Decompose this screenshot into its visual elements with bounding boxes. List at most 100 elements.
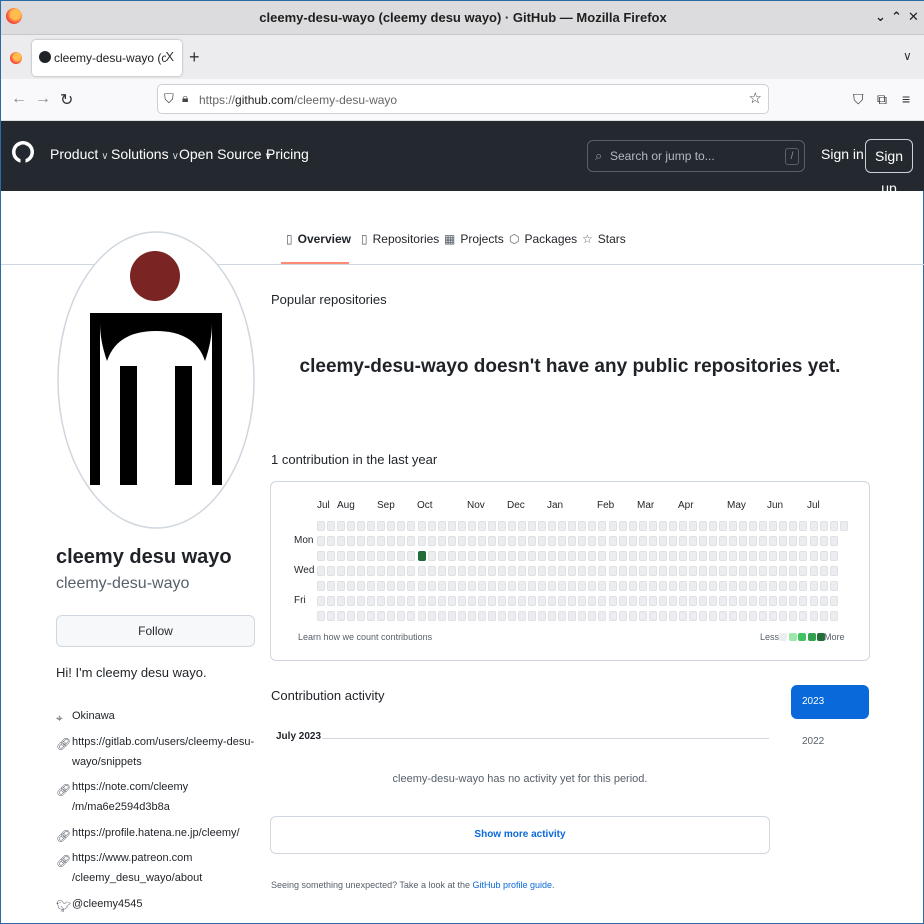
tab-close-icon[interactable]: X: [165, 49, 174, 64]
contribution-cell[interactable]: [729, 611, 737, 621]
contribution-cell[interactable]: [719, 536, 727, 546]
profile-guide-link[interactable]: GitHub profile guide: [472, 880, 552, 890]
url-bar[interactable]: ⛉ 🔒︎ https://github.com/cleemy-desu-wayo…: [157, 84, 769, 114]
contribution-cell[interactable]: [347, 581, 356, 591]
contribution-cell[interactable]: [729, 566, 737, 576]
contribution-cell[interactable]: [668, 566, 677, 576]
contribution-cell[interactable]: [558, 611, 567, 621]
contribution-cell[interactable]: [829, 581, 838, 591]
contribution-cell[interactable]: [477, 551, 486, 561]
contribution-cell[interactable]: [719, 581, 727, 591]
contribution-cell[interactable]: [618, 611, 627, 621]
contribution-cell[interactable]: [508, 551, 516, 561]
contribution-cell[interactable]: [457, 521, 466, 531]
contribution-cell[interactable]: [387, 596, 396, 606]
contribution-cell[interactable]: [809, 581, 818, 591]
contribution-cell[interactable]: [749, 596, 758, 606]
contribution-cell[interactable]: [558, 566, 567, 576]
contribution-cell[interactable]: [367, 596, 376, 606]
year-button-2023[interactable]: 2023: [791, 685, 869, 719]
contribution-cell[interactable]: [457, 566, 466, 576]
contribution-cell[interactable]: [357, 611, 366, 621]
contribution-cell[interactable]: [628, 551, 637, 561]
contribution-cell[interactable]: [578, 611, 587, 621]
contribution-cell[interactable]: [337, 581, 346, 591]
contribution-cell[interactable]: [608, 581, 617, 591]
contribution-cell[interactable]: [548, 611, 557, 621]
close-window-button[interactable]: ✕: [908, 9, 919, 25]
contribution-cell[interactable]: [387, 521, 396, 531]
contribution-cell[interactable]: [618, 596, 627, 606]
contribution-cell[interactable]: [417, 581, 426, 591]
nav-open-source[interactable]: Open Source ∨: [179, 146, 272, 162]
contribution-cell[interactable]: [658, 536, 667, 546]
contribution-cell[interactable]: [387, 551, 396, 561]
contribution-cell[interactable]: [618, 566, 627, 576]
contribution-cell[interactable]: [628, 566, 637, 576]
contribution-cell[interactable]: [327, 566, 336, 576]
contribution-cell[interactable]: [487, 536, 496, 546]
contribution-cell[interactable]: [337, 521, 346, 531]
profile-link-note[interactable]: https://note.com/cleemy/m/ma6e2594d3b8a: [72, 777, 188, 817]
contribution-cell[interactable]: [709, 581, 717, 591]
contribution-cell[interactable]: [508, 566, 516, 576]
contribution-cell[interactable]: [749, 551, 758, 561]
nav-pricing[interactable]: Pricing: [266, 146, 309, 162]
contribution-cell[interactable]: [407, 596, 416, 606]
contribution-cell[interactable]: [538, 551, 547, 561]
contribution-cell[interactable]: [327, 551, 336, 561]
back-arrow-icon[interactable]: ←: [11, 90, 27, 108]
contribution-cell[interactable]: [548, 521, 557, 531]
contribution-cell[interactable]: [678, 566, 687, 576]
contribution-cell[interactable]: [387, 581, 396, 591]
contribution-cell[interactable]: [367, 551, 376, 561]
contribution-cell[interactable]: [437, 596, 446, 606]
contribution-cell[interactable]: [608, 611, 617, 621]
contribution-cell[interactable]: [648, 521, 657, 531]
contribution-cell[interactable]: [698, 521, 707, 531]
contribution-cell[interactable]: [367, 611, 376, 621]
contribution-cell[interactable]: [487, 581, 496, 591]
contribution-cell[interactable]: [779, 611, 788, 621]
contribution-cell[interactable]: [688, 596, 697, 606]
contribution-cell[interactable]: [367, 566, 376, 576]
contribution-cell[interactable]: [518, 521, 526, 531]
contribution-cell[interactable]: [518, 611, 526, 621]
contribution-cell[interactable]: [628, 521, 637, 531]
contribution-cell[interactable]: [698, 566, 707, 576]
contribution-cell[interactable]: [568, 581, 577, 591]
contribution-cell[interactable]: [367, 536, 376, 546]
contribution-cell[interactable]: [497, 611, 506, 621]
contribution-cell[interactable]: [608, 536, 617, 546]
contribution-cell[interactable]: [538, 566, 547, 576]
contribution-cell[interactable]: [648, 611, 657, 621]
contribution-cell[interactable]: [789, 581, 798, 591]
contribution-cell[interactable]: [819, 581, 828, 591]
contribution-cell[interactable]: [829, 596, 838, 606]
contribution-cell[interactable]: [447, 536, 456, 546]
contribution-cell[interactable]: [779, 566, 788, 576]
contribution-cell[interactable]: [588, 596, 597, 606]
contribution-cell[interactable]: [719, 551, 727, 561]
contribution-cell[interactable]: [648, 596, 657, 606]
contribution-cell[interactable]: [437, 611, 446, 621]
contribution-cell[interactable]: [528, 536, 536, 546]
contribution-cell[interactable]: [698, 611, 707, 621]
contribution-cell[interactable]: [447, 611, 456, 621]
tab-projects[interactable]: ▦ Projects: [444, 232, 504, 246]
contribution-cell[interactable]: [829, 521, 838, 531]
contribution-cell[interactable]: [719, 521, 727, 531]
contribution-cell[interactable]: [407, 566, 416, 576]
contribution-cell[interactable]: [739, 521, 748, 531]
contribution-cell[interactable]: [317, 581, 325, 591]
contribution-cell[interactable]: [749, 581, 758, 591]
contribution-cell[interactable]: [518, 596, 526, 606]
contribution-cell[interactable]: [347, 596, 356, 606]
contribution-cell[interactable]: [819, 551, 828, 561]
contribution-cell[interactable]: [809, 536, 818, 546]
contribution-cell[interactable]: [769, 551, 778, 561]
contribution-cell[interactable]: [809, 521, 818, 531]
contribution-cell[interactable]: [779, 536, 788, 546]
contribution-cell[interactable]: [688, 551, 697, 561]
contribution-cell[interactable]: [457, 596, 466, 606]
